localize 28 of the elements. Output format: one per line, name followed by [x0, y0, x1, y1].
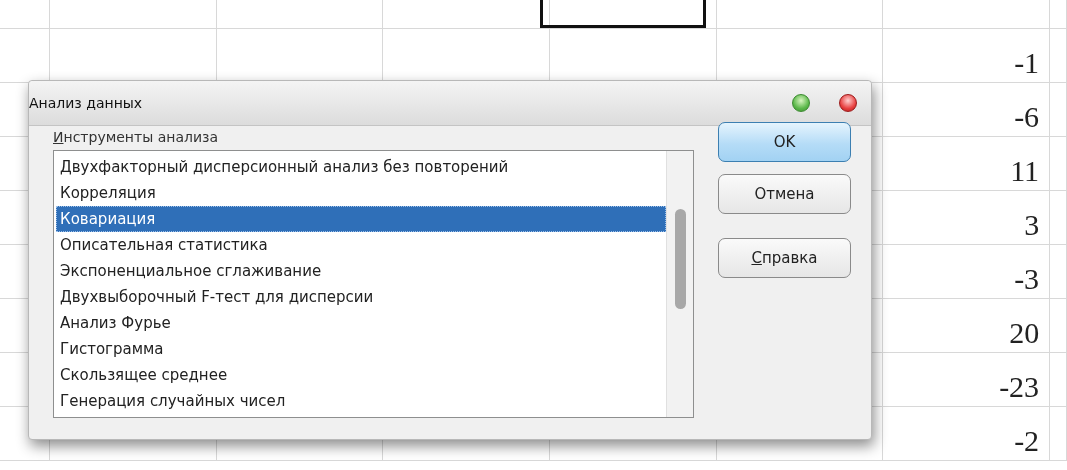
cell-value: 20 — [1009, 318, 1040, 348]
scrollbar[interactable] — [666, 151, 693, 417]
list-item[interactable]: Анализ Фурье — [56, 310, 666, 336]
scrollbar-thumb[interactable] — [675, 209, 686, 309]
list-item[interactable]: Экспоненциальное сглаживание — [56, 258, 666, 284]
list-item[interactable]: Описательная статистика — [56, 232, 666, 258]
cell-value: -6 — [1014, 102, 1040, 132]
window-title: Анализ данных — [29, 95, 144, 111]
cell-value: -23 — [999, 372, 1040, 402]
list-item[interactable]: Гистограмма — [56, 336, 666, 362]
list-label: Инструменты анализа — [53, 129, 219, 147]
list-item[interactable]: Ковариация — [56, 206, 666, 232]
cell-value: -2 — [1014, 426, 1040, 456]
list-item[interactable]: Корреляция — [56, 180, 666, 206]
list-item[interactable]: Генерация случайных чисел — [56, 388, 666, 414]
ok-button[interactable]: OK — [718, 122, 851, 162]
list-item[interactable]: Двухфакторный дисперсионный анализ без повторений — [56, 154, 666, 180]
dialog-button[interactable]: Отмена — [718, 174, 851, 214]
tools-list[interactable] — [53, 150, 694, 418]
cell-value: 11 — [1010, 156, 1040, 186]
maximize-button[interactable] — [792, 94, 810, 112]
close-button[interactable] — [839, 94, 857, 112]
list-item[interactable]: Двухвыборочный F-тест для дисперсии — [56, 284, 666, 310]
dialog-button[interactable]: Справка — [718, 238, 851, 278]
cell-value: -1 — [1014, 48, 1040, 78]
cell-value: -3 — [1014, 264, 1040, 294]
cell-value: 3 — [1024, 210, 1040, 240]
list-item[interactable]: Скользящее среднее — [56, 362, 666, 388]
